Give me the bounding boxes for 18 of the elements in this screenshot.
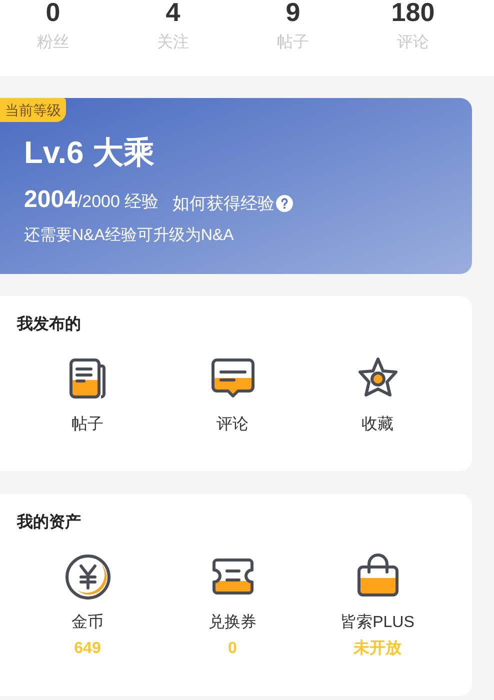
question-icon [276, 194, 293, 212]
stat-value: 0 [46, 0, 60, 28]
stat-value: 180 [391, 0, 435, 28]
stat-value: 4 [166, 0, 180, 28]
menu-item[interactable]: 评论 [160, 354, 305, 436]
level-badge: 当前等级 [0, 98, 66, 122]
menu-item[interactable]: 金币 649 [15, 552, 160, 660]
section-title: 我发布的 [16, 314, 82, 335]
stat-value: 9 [286, 0, 300, 28]
level-title: Lv.6 大乘 [24, 134, 156, 172]
upgrade-hint: 还需要N&A经验可升级为N&A [24, 226, 235, 246]
yen-coin-icon [62, 552, 112, 602]
experience-text: 2004/2000 经验 [24, 185, 159, 215]
menu-item[interactable]: 帖子 [15, 354, 160, 436]
menu-item[interactable]: 收藏 [305, 354, 450, 436]
section-title: 我的资产 [16, 512, 82, 533]
menu-item[interactable]: 兑换券 0 [160, 552, 305, 660]
menu-item[interactable]: 皆索PLUS 未开放 [305, 552, 450, 660]
